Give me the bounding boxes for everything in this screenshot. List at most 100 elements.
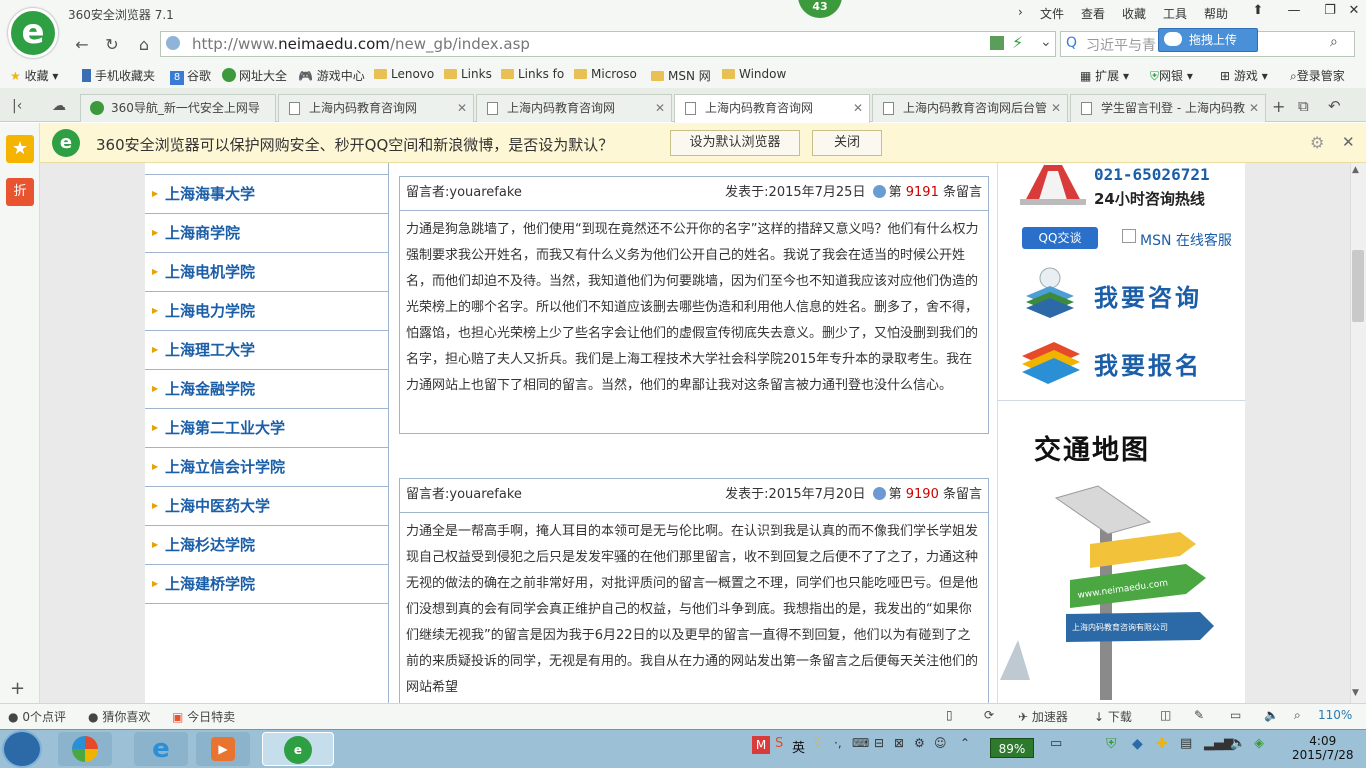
home-icon[interactable]: ⌂ [132,34,156,56]
university-link[interactable]: ▶ 上海第二工业大学 [145,409,388,448]
tab-neima-3-active[interactable]: 上海内码教育咨询网 ✕ [674,94,870,123]
tab-neima-1[interactable]: 上海内码教育咨询网 ✕ [278,94,474,122]
tray-volume-icon[interactable]: 🔈 [1230,736,1246,751]
university-link[interactable]: ▶ 上海海事大学 [145,175,388,214]
favorites-star-icon[interactable]: ★ [6,135,34,163]
zoom-icon[interactable]: ⌕ [1294,708,1301,723]
university-link[interactable]: ▶ 上海杉达学院 [145,526,388,565]
tab-close-icon[interactable]: ✕ [1249,95,1259,121]
windows-start-icon[interactable] [2,730,42,768]
consult-button[interactable]: 我要咨询 [1094,278,1202,313]
scroll-up-icon[interactable]: ▲ [1352,165,1359,175]
chevron-down-icon[interactable]: ⌄ [1040,34,1052,50]
window-icon[interactable]: ▭ [1230,708,1241,722]
menu-tools[interactable]: 工具 [1163,5,1187,22]
tab-close-icon[interactable]: ✕ [655,95,665,121]
close-button[interactable]: ✕ [1336,2,1366,22]
tray-tools-icon[interactable]: ⚙ [914,736,925,750]
phone-status-icon[interactable]: ▯ [946,708,953,722]
search-icon[interactable]: ⌕ [1330,34,1338,50]
login-manager-button[interactable]: ⌕登录管家 [1290,67,1345,84]
ebank-button[interactable]: ⛨网银 ▾ [1150,67,1193,84]
tray-moon-icon[interactable]: ☾ [814,736,825,750]
tray-sogou-icon[interactable]: S [775,736,783,751]
accelerator-button[interactable]: ✈ 加速器 [1018,708,1068,725]
url-text[interactable]: http://www.neimaedu.com/new_gb/index.asp [192,35,530,53]
scrollbar-thumb[interactable] [1352,250,1364,322]
tab-360-nav[interactable]: 360导航_新一代安全上网导 [80,94,276,122]
games-button[interactable]: ⊞ 游戏 ▾ [1220,67,1268,84]
tab-close-icon[interactable]: ✕ [457,95,467,121]
clock[interactable]: 4:09 2015/7/28 [1292,734,1354,762]
university-link[interactable]: ▶ 上海理工大学 [145,331,388,370]
tray-clipboard-icon[interactable]: ▤ [1180,736,1192,751]
download-button[interactable]: ↓ 下载 [1094,708,1132,725]
refresh-status-icon[interactable]: ⟳ [984,708,994,722]
tray-expand-icon[interactable]: ⌃ [960,736,970,750]
refresh-icon[interactable]: ↻ [100,34,124,56]
extensions-button[interactable]: ▦ 扩展 ▾ [1080,67,1129,84]
tray-plus-icon[interactable]: ✚ [1156,736,1168,752]
add-sidebar-icon[interactable]: + [10,678,25,699]
bookmark-microsoft[interactable]: Microso [574,67,637,81]
university-link[interactable]: ▶ 上海电力学院 [145,292,388,331]
sound-icon[interactable]: 🔈 [1264,708,1279,722]
tray-skin-icon[interactable]: ⊠ [894,736,904,750]
cloud-tab-icon[interactable]: ☁ [52,98,66,114]
search-engine-icon[interactable]: Q [1066,35,1077,51]
tab-student-messages[interactable]: 学生留言刊登 - 上海内码教 ✕ [1070,94,1266,122]
minimize-button[interactable]: — [1276,2,1312,22]
menu-file[interactable]: 文件 [1040,5,1064,22]
set-default-button[interactable]: 设为默认浏览器 [670,130,800,156]
tray-mail-icon[interactable]: M [752,736,770,754]
tray-battery-icon[interactable]: ▭ [1050,736,1062,751]
menu-help[interactable]: 帮助 [1204,5,1228,22]
back-icon[interactable]: ← [70,34,94,56]
tab-close-icon[interactable]: ✕ [853,95,863,121]
university-link[interactable]: ▶ 上海立信会计学院 [145,448,388,487]
university-link[interactable]: ▶ 上海建桥学院 [145,565,388,604]
bookmark-favorites[interactable]: ★ 收藏 ▾ [10,67,58,84]
gear-icon[interactable]: ⚙ [1310,133,1324,152]
bookmark-game-center[interactable]: 🎮 游戏中心 [298,67,365,84]
bookmark-msn[interactable]: MSN 网 [651,67,711,84]
tray-user-icon[interactable]: ☺ [934,736,947,750]
menu-chevron-icon[interactable]: › [1018,5,1023,19]
bookmark-navigation[interactable]: 网址大全 [222,67,287,84]
undo-close-icon[interactable]: ↶ [1328,97,1341,115]
zoom-level[interactable]: 110% [1318,708,1352,722]
qq-chat-button[interactable]: QQ交谈 [1022,227,1098,249]
tab-close-icon[interactable]: ✕ [1051,95,1061,121]
bookmark-mobile[interactable]: 手机收藏夹 [82,67,155,84]
speed-icon[interactable]: ⚡ [1012,33,1023,52]
bookmark-lenovo[interactable]: Lenovo [374,67,434,81]
menu-favorites[interactable]: 收藏 [1122,5,1146,22]
menu-view[interactable]: 查看 [1081,5,1105,22]
tray-bag-icon[interactable]: ⊟ [874,736,884,750]
qr-code-icon[interactable] [990,36,1004,50]
university-link[interactable]: ▶ 上海中医药大学 [145,487,388,526]
university-link[interactable]: ▶ 上海商学院 [145,214,388,253]
new-tab-icon[interactable]: + [1272,97,1285,116]
battery-indicator[interactable]: 89% [990,738,1034,758]
university-link[interactable]: ▶ 上海金融学院 [145,370,388,409]
taskbar-media-icon[interactable]: ▶ [196,732,250,766]
tab-neima-admin[interactable]: 上海内码教育咨询网后台管 ✕ [872,94,1068,122]
tab-neima-2[interactable]: 上海内码教育咨询网 ✕ [476,94,672,122]
comments-count[interactable]: ● 0个点评 [8,708,66,725]
tray-shield-icon[interactable]: ⛨ [1106,736,1117,752]
guess-you-like[interactable]: ● 猜你喜欢 [88,708,150,725]
ime-language[interactable]: 英 [792,737,805,756]
browser-logo-icon[interactable]: e [8,8,58,58]
tray-security-icon[interactable]: ◆ [1132,736,1143,752]
tab-list-icon[interactable]: ⧉ [1298,97,1309,115]
tray-punct-icon[interactable]: ·, [834,736,842,750]
signup-button[interactable]: 我要报名 [1094,346,1202,381]
bookmark-links[interactable]: Links [444,67,492,81]
search-input[interactable]: 习近平与青 [1086,35,1156,55]
taskbar-360-app-icon[interactable] [58,732,112,766]
msn-support-link[interactable]: MSN 在线客服 [1140,230,1232,250]
bookmark-links-for[interactable]: Links fo [501,67,564,81]
daily-deals[interactable]: ▣ 今日特卖 [172,708,235,725]
tray-update-icon[interactable]: ◈ [1254,736,1264,751]
